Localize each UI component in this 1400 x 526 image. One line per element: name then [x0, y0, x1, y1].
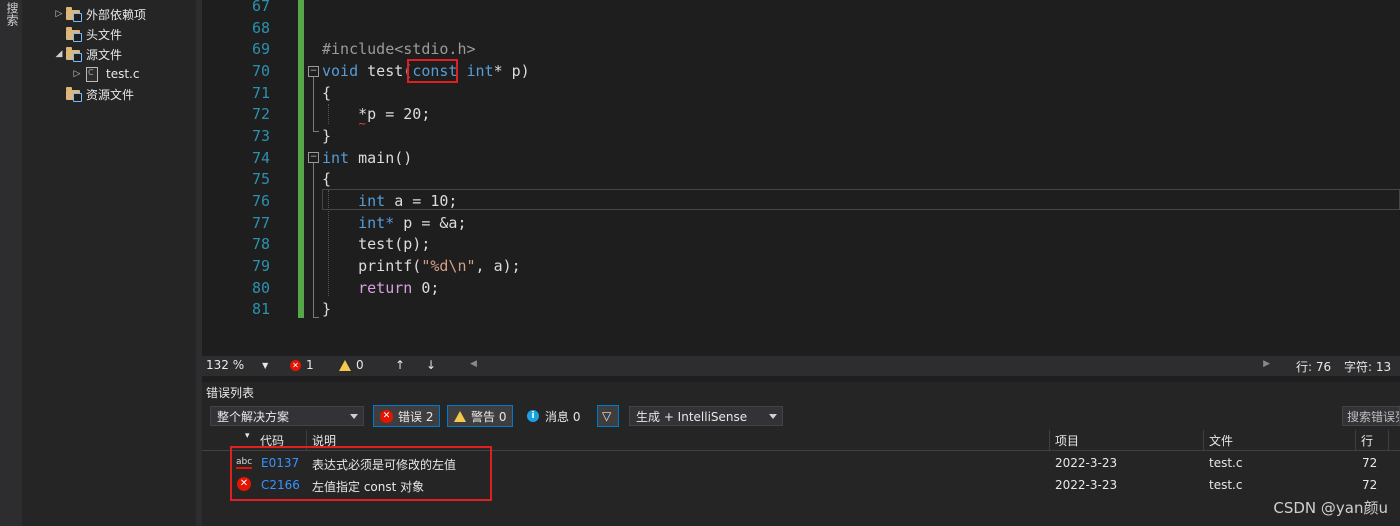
line-number: 69 — [251, 40, 270, 58]
line-number: 74 — [251, 149, 270, 167]
tree-item-source-files[interactable]: ◢ 源文件 — [52, 44, 122, 64]
warning-count[interactable]: 0 — [339, 358, 364, 372]
editor-status-bar: 132 % ▼ ✕ 1 0 ↑ ↓ ◀ ▶ 行: 76 字符: 13 — [202, 356, 1400, 376]
error-icon: ✕ — [380, 409, 393, 423]
collapse-toggle-icon[interactable]: − — [308, 66, 319, 77]
solution-explorer: ▷ 外部依赖项 头文件 ◢ 源文件 ▷ test.c 资源文件 — [22, 0, 197, 526]
error-line: 72 — [1362, 456, 1378, 470]
tree-item-label: 源文件 — [86, 47, 123, 62]
side-tab-strip: 搜索 — [0, 0, 23, 526]
filter-icon: ▽ — [602, 409, 612, 423]
zoom-dropdown[interactable]: 132 % ▼ — [206, 358, 268, 372]
code-line-69: #include<stdio.h> — [322, 40, 476, 58]
collapse-arrow-icon[interactable]: ◢ — [52, 49, 66, 59]
col-header-line[interactable]: 行 — [1361, 432, 1373, 449]
tree-item-header-files[interactable]: 头文件 — [52, 24, 122, 44]
filter-toggle-button[interactable]: ▽ — [597, 405, 619, 427]
build-filter-dropdown[interactable]: 生成 + IntelliSense — [629, 406, 783, 426]
line-number: 73 — [251, 127, 270, 145]
code-editor[interactable]: 67 68 69 70 71 72 73 74 75 76 77 78 79 8… — [202, 0, 1400, 356]
line-number: 67 — [251, 0, 270, 15]
error-squiggle: ~ — [358, 119, 367, 130]
sort-indicator-icon[interactable]: ▾ — [245, 431, 250, 441]
messages-filter-button[interactable]: i 消息 0 — [521, 405, 586, 427]
line-number: 68 — [251, 19, 270, 37]
tree-item-label: test.c — [106, 67, 140, 81]
annotation-box-const — [407, 59, 458, 83]
warnings-filter-button[interactable]: 警告 0 — [447, 405, 514, 427]
tree-item-label: 资源文件 — [86, 87, 135, 102]
code-line-72: *p = 20; — [358, 105, 431, 123]
line-number: 78 — [251, 235, 270, 253]
code-line-81: } — [322, 300, 332, 318]
code-line-78: test(p); — [358, 235, 431, 253]
folder-icon — [66, 26, 82, 42]
code-line-79: printf("%d\n", a); — [358, 257, 521, 275]
error-count[interactable]: ✕ 1 — [290, 358, 314, 372]
line-number: 76 — [251, 192, 270, 210]
char-indicator: 字符: 13 — [1344, 360, 1392, 374]
line-number: 80 — [251, 279, 270, 297]
tree-item-resource-files[interactable]: 资源文件 — [52, 84, 134, 104]
error-line: 72 — [1362, 478, 1378, 492]
warning-icon — [339, 359, 351, 371]
code-line-76: int a = 10; — [358, 192, 458, 210]
prev-issue-button[interactable]: ↑ — [395, 358, 405, 372]
search-error-list-input[interactable]: 搜索错误列表 — [1342, 406, 1400, 426]
scope-dropdown[interactable]: 整个解决方案 — [210, 406, 364, 426]
code-line-71: { — [322, 84, 332, 102]
error-project: 2022-3-23 — [1055, 478, 1118, 492]
col-header-file[interactable]: 文件 — [1209, 432, 1233, 449]
line-number: 79 — [251, 257, 270, 275]
line-number: 77 — [251, 214, 270, 232]
c-file-icon — [86, 66, 98, 82]
line-number: 71 — [251, 84, 270, 102]
tree-item-label: 外部依赖项 — [86, 7, 147, 22]
col-header-project[interactable]: 项目 — [1055, 432, 1079, 449]
folder-icon — [66, 86, 82, 102]
error-file: test.c — [1209, 478, 1243, 492]
chevron-down-icon — [350, 414, 358, 419]
error-file: test.c — [1209, 456, 1243, 470]
info-icon: i — [527, 410, 539, 422]
change-tracking-bar — [298, 0, 304, 318]
error-project: 2022-3-23 — [1055, 456, 1118, 470]
tree-item-label: 头文件 — [86, 27, 123, 42]
code-line-77: int* p = &a; — [358, 214, 467, 232]
warning-icon — [454, 410, 466, 422]
panel-title: 错误列表 — [206, 386, 255, 400]
current-line-highlight — [322, 189, 1400, 210]
expand-arrow-icon[interactable]: ▷ — [70, 69, 84, 79]
chevron-down-icon: ▼ — [262, 360, 269, 370]
expand-arrow-icon[interactable]: ▷ — [52, 9, 66, 19]
collapse-toggle-icon[interactable]: − — [308, 152, 319, 163]
errors-filter-button[interactable]: ✕ 错误 2 — [373, 405, 441, 427]
line-indicator: 行: 76 — [1296, 360, 1332, 374]
code-line-73: } — [322, 127, 332, 145]
line-number: 72 — [251, 105, 270, 123]
code-line-75: { — [322, 170, 332, 188]
side-tab-label[interactable]: 搜索 — [4, 2, 21, 26]
error-icon: ✕ — [290, 359, 301, 371]
folder-icon — [66, 6, 82, 22]
horizontal-scrollbar[interactable]: ◀ ▶ — [470, 359, 1270, 373]
tree-item-test-c[interactable]: ▷ test.c — [70, 64, 139, 84]
tree-item-external-deps[interactable]: ▷ 外部依赖项 — [52, 4, 146, 24]
watermark: CSDN @yan颜u — [1273, 499, 1388, 517]
code-line-74: int main() — [322, 149, 413, 167]
next-issue-button[interactable]: ↓ — [426, 358, 436, 372]
folder-icon — [66, 46, 82, 62]
chevron-down-icon — [769, 414, 777, 419]
line-number: 81 — [251, 300, 270, 318]
line-number: 70 — [251, 62, 270, 80]
line-number: 75 — [251, 170, 270, 188]
code-line-80: return 0; — [358, 279, 440, 297]
annotation-box-errors — [230, 446, 492, 501]
